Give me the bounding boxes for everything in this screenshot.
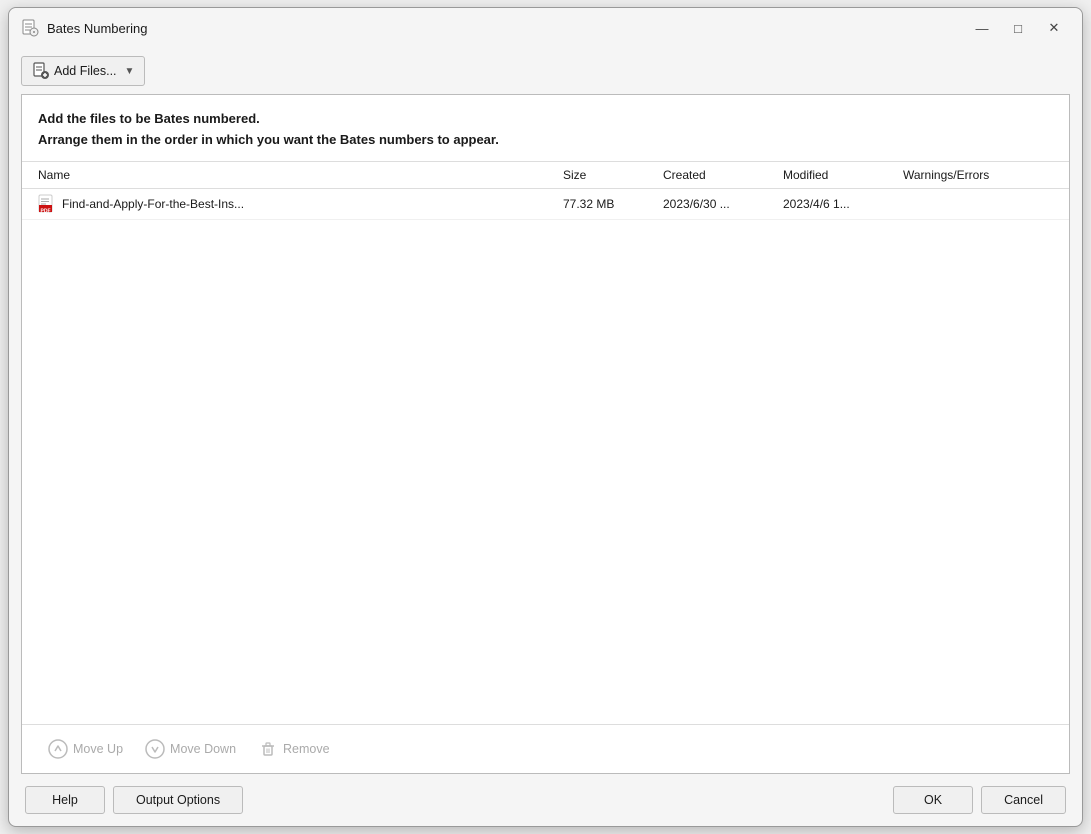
col-header-warnings: Warnings/Errors [903, 168, 1053, 182]
add-files-icon [32, 62, 50, 80]
col-header-name: Name [38, 168, 563, 182]
footer: Help Output Options OK Cancel [9, 774, 1082, 826]
main-panel: Add the files to be Bates numbered. Arra… [21, 94, 1070, 774]
file-created: 2023/6/30 ... [663, 197, 783, 211]
help-button[interactable]: Help [25, 786, 105, 814]
instructions-line2: Arrange them in the order in which you w… [38, 130, 1053, 151]
svg-text:PDF: PDF [41, 208, 51, 214]
minimize-button[interactable]: — [966, 16, 998, 40]
col-header-modified: Modified [783, 168, 903, 182]
maximize-button[interactable]: □ [1002, 16, 1034, 40]
bates-numbering-window: Bates Numbering — □ ✕ Add Files... ▼ [8, 7, 1083, 827]
col-header-created: Created [663, 168, 783, 182]
title-bar: Bates Numbering — □ ✕ [9, 8, 1082, 48]
move-up-label: Move Up [73, 742, 123, 756]
instructions-area: Add the files to be Bates numbered. Arra… [22, 95, 1069, 162]
instructions-line1: Add the files to be Bates numbered. [38, 109, 1053, 130]
table-row[interactable]: PDF Find-and-Apply-For-the-Best-Ins... 7… [22, 189, 1069, 220]
dropdown-arrow-icon: ▼ [125, 66, 135, 77]
footer-right: OK Cancel [893, 786, 1066, 814]
window-icon [21, 19, 39, 37]
output-options-button[interactable]: Output Options [113, 786, 243, 814]
table-header: Name Size Created Modified Warnings/Erro… [22, 162, 1069, 189]
file-table: Name Size Created Modified Warnings/Erro… [22, 162, 1069, 724]
move-up-icon [48, 739, 68, 759]
add-files-button[interactable]: Add Files... ▼ [21, 56, 145, 86]
cancel-button[interactable]: Cancel [981, 786, 1066, 814]
add-files-label: Add Files... [54, 64, 117, 78]
trash-icon [258, 739, 278, 759]
move-up-button[interactable]: Move Up [38, 735, 133, 763]
move-down-label: Move Down [170, 742, 236, 756]
table-body: PDF Find-and-Apply-For-the-Best-Ins... 7… [22, 189, 1069, 724]
file-size: 77.32 MB [563, 197, 663, 211]
remove-label: Remove [283, 742, 330, 756]
file-name-cell: PDF Find-and-Apply-For-the-Best-Ins... [38, 194, 563, 214]
title-bar-left: Bates Numbering [21, 19, 147, 37]
col-header-size: Size [563, 168, 663, 182]
footer-left: Help Output Options [25, 786, 243, 814]
title-bar-controls: — □ ✕ [966, 16, 1070, 40]
window-title: Bates Numbering [47, 21, 147, 36]
pdf-icon: PDF [38, 194, 56, 214]
close-button[interactable]: ✕ [1038, 16, 1070, 40]
move-down-icon [145, 739, 165, 759]
remove-button[interactable]: Remove [248, 735, 340, 763]
toolbar: Add Files... ▼ [9, 48, 1082, 94]
move-down-button[interactable]: Move Down [135, 735, 246, 763]
file-modified: 2023/4/6 1... [783, 197, 903, 211]
bottom-toolbar: Move Up Move Down Remove [22, 724, 1069, 773]
file-name: Find-and-Apply-For-the-Best-Ins... [62, 197, 244, 211]
ok-button[interactable]: OK [893, 786, 973, 814]
